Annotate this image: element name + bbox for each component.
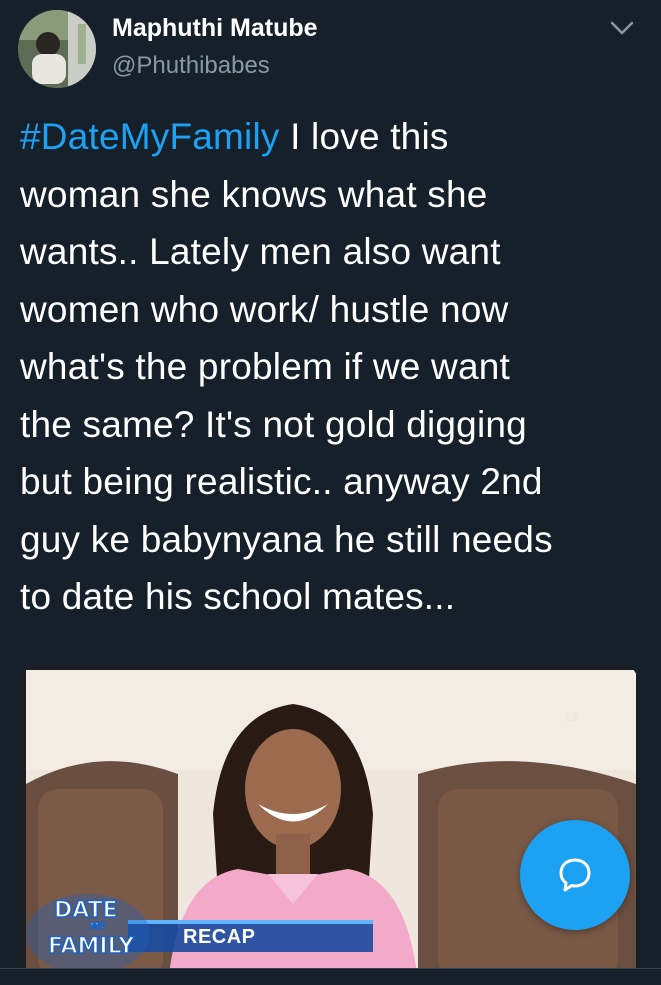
tweet-text-line: to date his school mates... xyxy=(20,576,456,617)
user-handle[interactable]: @Phuthibabes xyxy=(112,52,270,80)
chat-bubble-icon xyxy=(559,858,591,892)
avatar[interactable] xyxy=(18,10,96,88)
tweet-text-line: the same? It's not gold digging xyxy=(20,403,527,445)
channel-number: 13 xyxy=(564,710,578,724)
tweet-text: #DateMyFamily I love this woman she know… xyxy=(20,108,645,626)
show-logo-bottom: FAMILY xyxy=(47,933,135,960)
tweet: Maphuthi Matube @Phuthibabes #DateMyFami… xyxy=(0,0,661,985)
tweet-text-line: wants.. Lately men also want xyxy=(20,231,501,272)
tweet-text-line: women who work/ hustle now xyxy=(20,288,509,330)
avatar-image xyxy=(18,10,96,88)
recap-label: RECAP xyxy=(183,926,256,948)
hashtag-link[interactable]: #DateMyFamily xyxy=(20,116,280,157)
tweet-text-line: #DateMyFamily I love this xyxy=(20,108,645,166)
tweet-text-line: what's the problem if we want xyxy=(20,346,510,387)
tweet-text-line: but being realistic.. anyway 2nd xyxy=(20,461,543,502)
display-name[interactable]: Maphuthi Matube xyxy=(112,14,318,43)
show-logo-middle: MY xyxy=(89,921,106,933)
tweet-text-line: woman she knows what she xyxy=(20,173,488,215)
tweet-media-image[interactable]: 13 DATE MY FAMILY RECAP xyxy=(18,664,638,984)
compose-button[interactable] xyxy=(520,820,630,930)
chevron-down-icon[interactable] xyxy=(606,14,638,42)
tweet-text-line: guy ke babynyana he still needs xyxy=(20,518,553,560)
tweet-text-fragment: I love this xyxy=(279,116,449,157)
show-logo-top: DATE xyxy=(53,897,118,924)
divider xyxy=(0,968,661,985)
